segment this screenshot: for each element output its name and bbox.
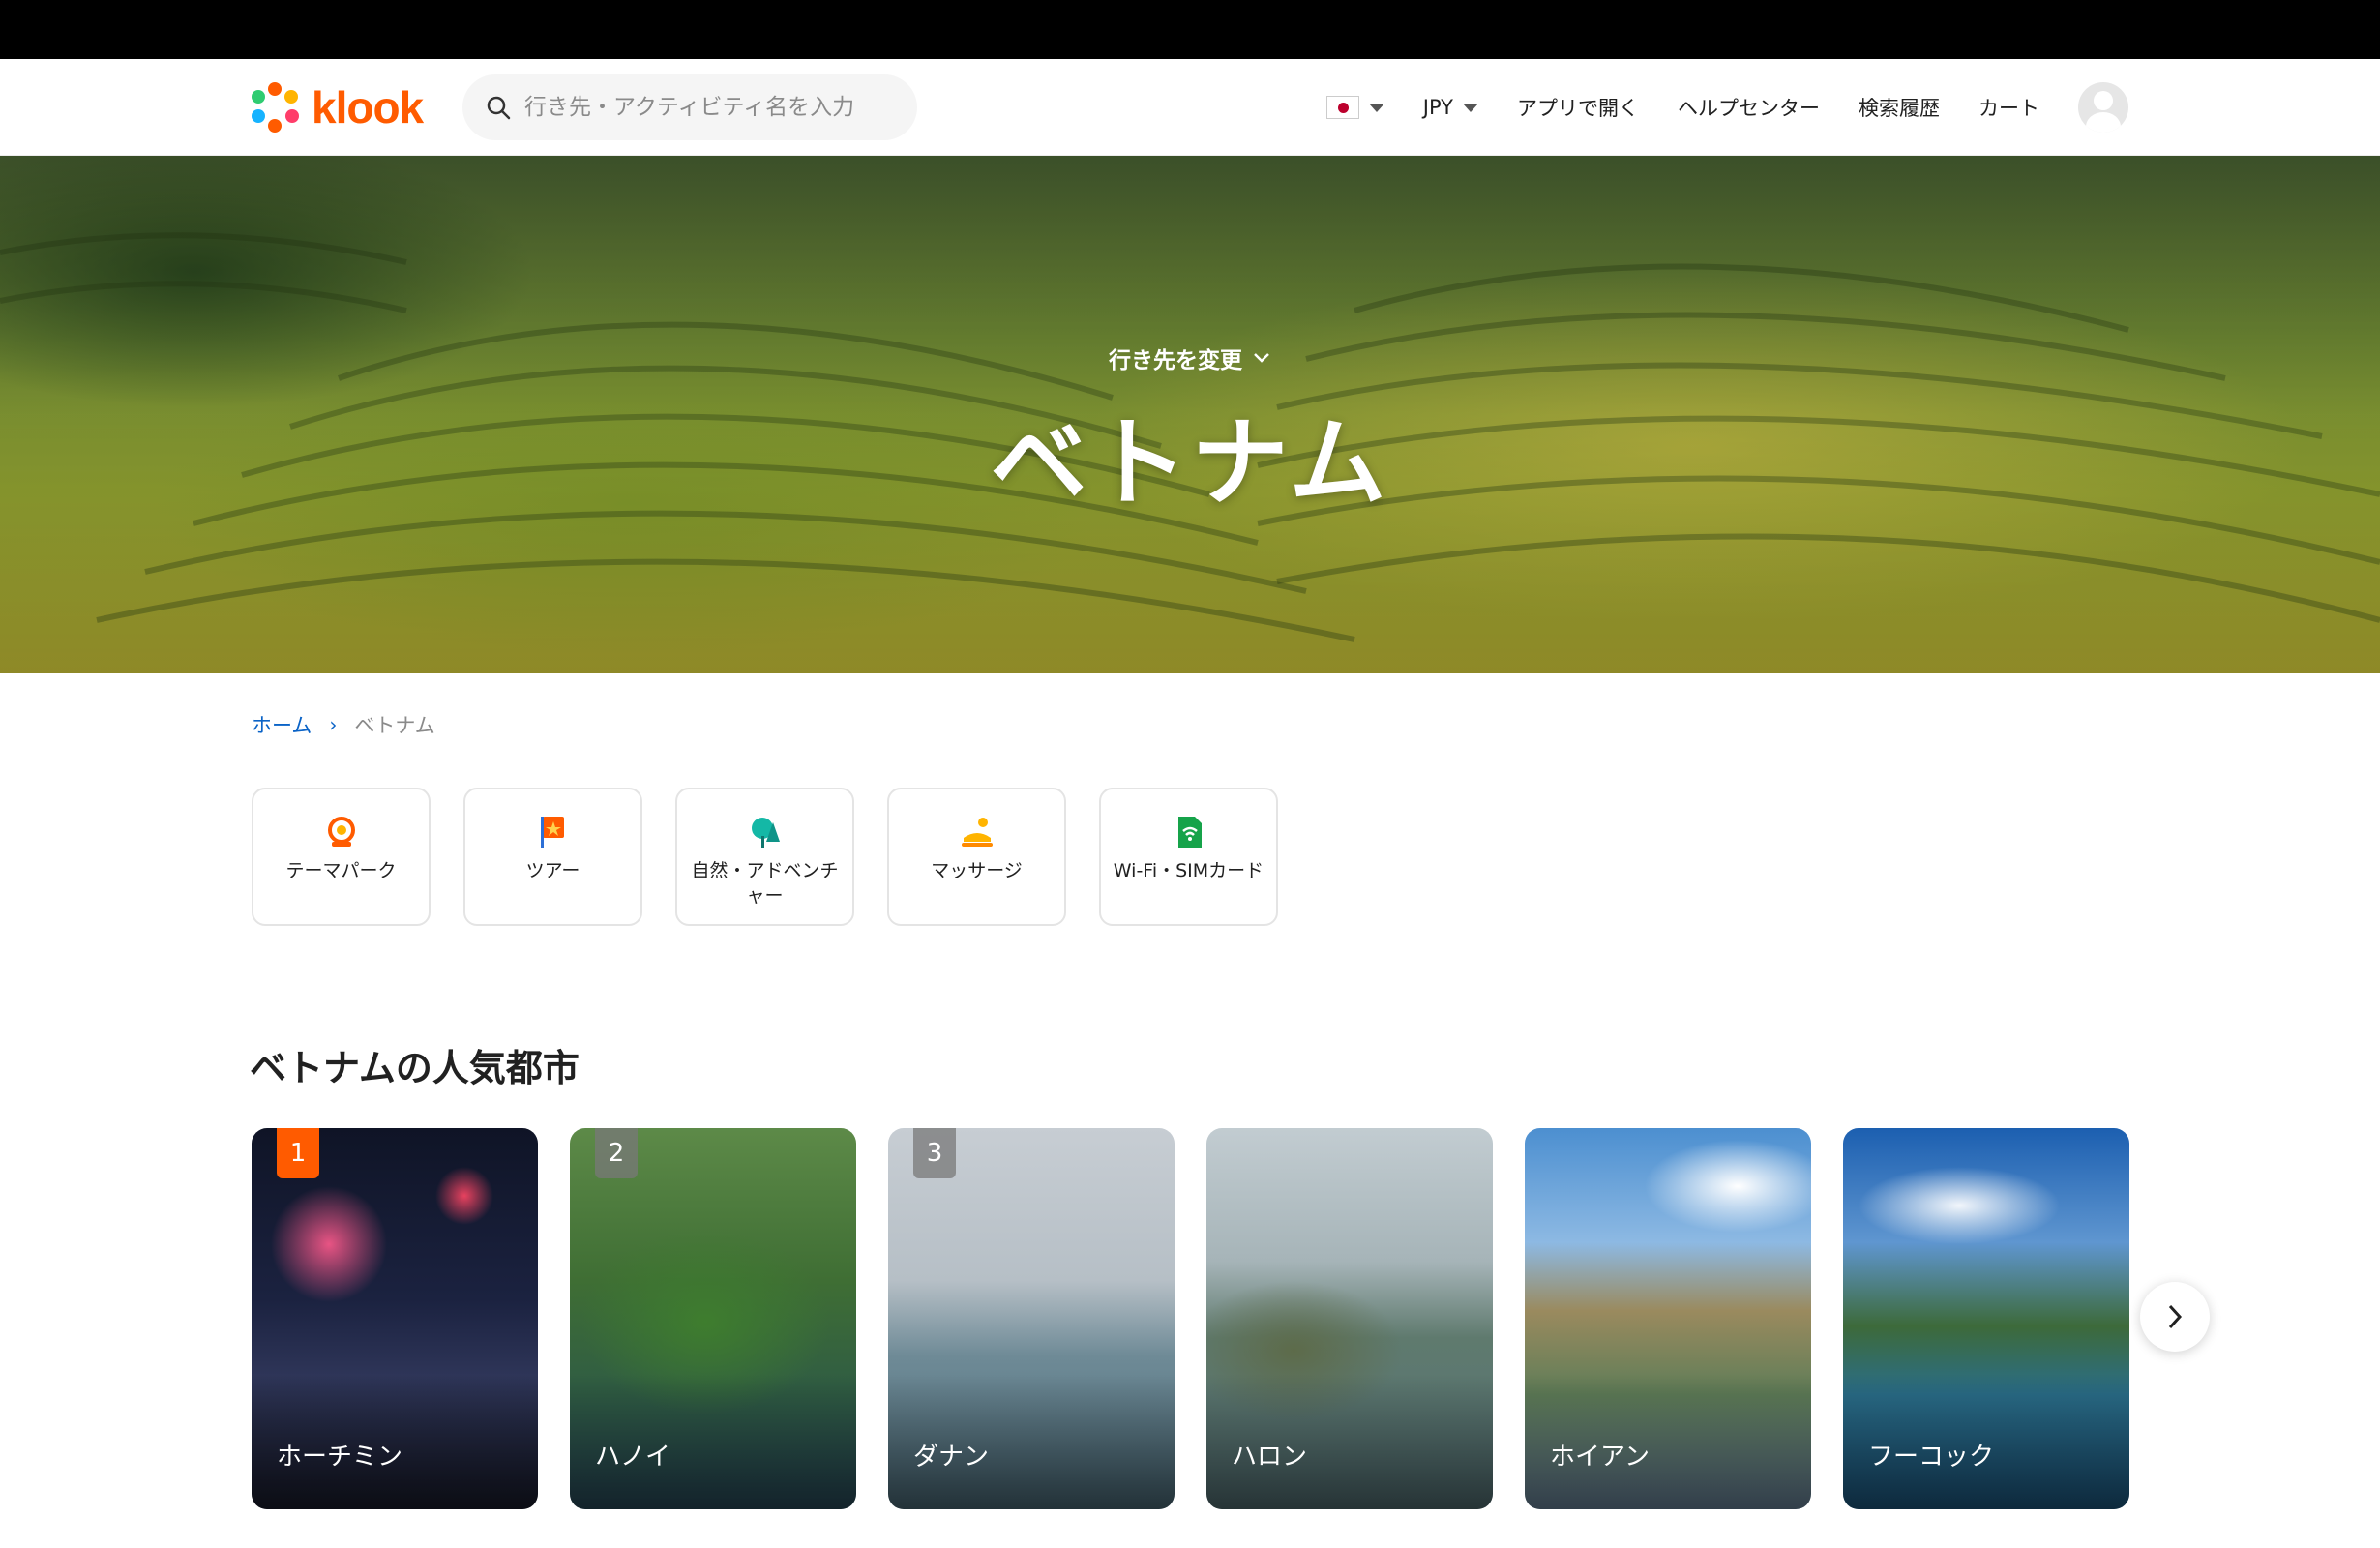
cart-link[interactable]: カート xyxy=(1978,93,2039,122)
rank-badge: 2 xyxy=(595,1128,638,1178)
category-nature-adventure[interactable]: 自然・アドベンチャー xyxy=(675,788,854,926)
header-nav: JPY アプリで開く ヘルプセンター 検索履歴 カート xyxy=(1325,82,2128,133)
breadcrumb-home-link[interactable]: ホーム xyxy=(252,710,312,739)
city-card-phu-quoc[interactable]: フーコック xyxy=(1843,1128,2129,1509)
change-destination-label: 行き先を変更 xyxy=(1109,348,1242,373)
category-list: テーマパーク ツアー 自然・アドベンチャー マッサージ Wi-Fi・SIMカード xyxy=(252,788,1278,926)
chevron-down-icon xyxy=(1463,103,1478,112)
chevron-down-icon xyxy=(1368,103,1384,112)
breadcrumb: ホーム › ベトナム xyxy=(252,710,435,739)
city-name: ハノイ xyxy=(595,1443,671,1472)
city-name: ダナン xyxy=(913,1443,990,1472)
chevron-down-icon xyxy=(1254,353,1269,363)
category-theme-park[interactable]: テーマパーク xyxy=(252,788,431,926)
language-selector[interactable] xyxy=(1325,96,1384,119)
massage-icon xyxy=(961,818,993,847)
ferris-wheel-icon xyxy=(327,817,355,847)
category-label: ツアー xyxy=(525,860,580,881)
klook-logo[interactable]: klook xyxy=(248,80,424,134)
breadcrumb-current: ベトナム xyxy=(354,714,435,737)
chevron-right-icon xyxy=(2168,1304,2183,1329)
category-label: Wi-Fi・SIMカード xyxy=(1113,860,1264,881)
city-card-da-nang[interactable]: 3 ダナン xyxy=(888,1128,1175,1509)
currency-selector[interactable]: JPY xyxy=(1423,96,1478,119)
rank-badge: 3 xyxy=(913,1128,956,1178)
search-icon xyxy=(487,96,511,120)
carousel-next-button[interactable] xyxy=(2140,1282,2210,1352)
city-name: ホイアン xyxy=(1550,1443,1650,1472)
change-destination-button[interactable]: 行き先を変更 xyxy=(0,342,2380,374)
category-tour[interactable]: ツアー xyxy=(463,788,642,926)
popular-cities-carousel: 1 ホーチミン 2 ハノイ 3 ダナン ハロン ホイアン フーコック xyxy=(252,1128,2129,1509)
city-card-hoi-an[interactable]: ホイアン xyxy=(1525,1128,1811,1509)
site-header: klook JPY アプリで開く ヘルプセンター 検索履歴 カート xyxy=(0,59,2380,156)
search-input[interactable] xyxy=(524,95,892,120)
window-top-bar xyxy=(0,0,2380,59)
city-name: ホーチミン xyxy=(277,1443,403,1472)
logo-text: klook xyxy=(312,82,424,133)
rank-badge: 1 xyxy=(277,1128,319,1178)
search-history-link[interactable]: 検索履歴 xyxy=(1859,93,1940,122)
page-title: ベトナム xyxy=(990,406,1390,520)
search-bar[interactable] xyxy=(462,74,917,140)
japan-flag-icon xyxy=(1325,96,1359,119)
popular-cities-title: ベトナムの人気都市 xyxy=(250,1047,580,1089)
city-name: ハロン xyxy=(1232,1443,1308,1472)
currency-label: JPY xyxy=(1422,96,1453,119)
category-label: 自然・アドベンチャー xyxy=(691,860,839,907)
breadcrumb-separator-icon: › xyxy=(329,713,338,736)
open-app-link[interactable]: アプリで開く xyxy=(1517,93,1639,122)
category-label: テーマパーク xyxy=(285,860,397,881)
help-center-link[interactable]: ヘルプセンター xyxy=(1678,93,1820,122)
city-card-hanoi[interactable]: 2 ハノイ xyxy=(570,1128,856,1509)
user-avatar[interactable] xyxy=(2078,82,2128,133)
wifi-sim-icon xyxy=(1177,817,1202,848)
category-wifi-sim[interactable]: Wi-Fi・SIMカード xyxy=(1099,788,1278,926)
city-card-ha-long[interactable]: ハロン xyxy=(1206,1128,1493,1509)
city-name: フーコック xyxy=(1868,1443,1995,1472)
nature-icon xyxy=(751,818,780,848)
category-massage[interactable]: マッサージ xyxy=(887,788,1066,926)
hero-banner: 行き先を変更 ベトナム xyxy=(0,156,2380,673)
city-card-ho-chi-minh[interactable]: 1 ホーチミン xyxy=(252,1128,538,1509)
klook-logo-icon xyxy=(252,82,299,133)
flag-icon xyxy=(540,817,564,848)
category-label: マッサージ xyxy=(931,860,1023,881)
